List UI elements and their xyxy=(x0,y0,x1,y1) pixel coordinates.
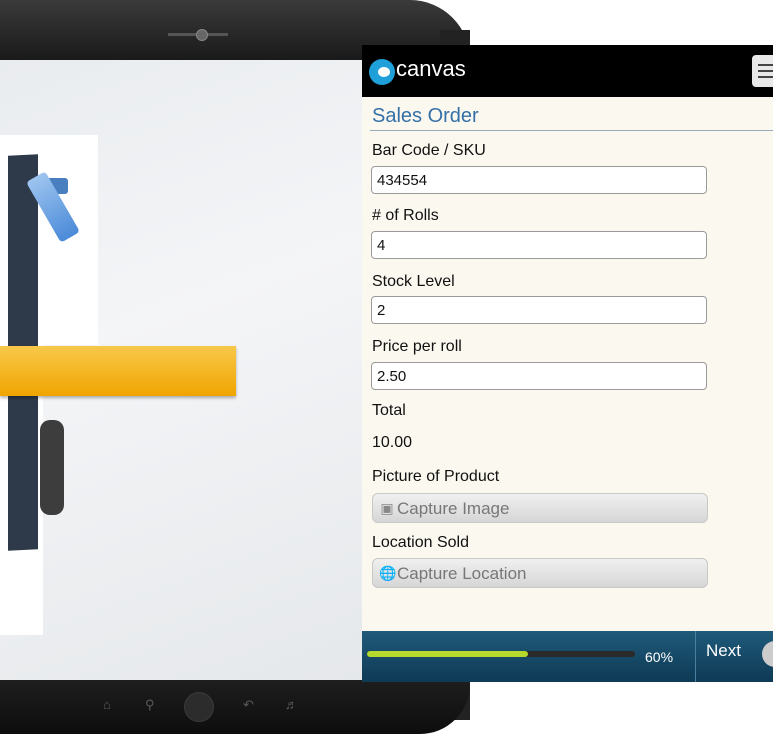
device-illustration xyxy=(40,420,64,515)
rolls-field[interactable] xyxy=(371,231,707,259)
title-divider xyxy=(370,130,773,131)
location-label: Location Sold xyxy=(372,534,469,551)
tablet-bezel-bottom xyxy=(0,680,470,734)
progress-fill xyxy=(367,651,528,657)
capture-location-button[interactable]: 🌐 Capture Location xyxy=(372,558,708,588)
capture-location-label: Capture Location xyxy=(397,564,527,583)
next-button[interactable]: Next xyxy=(706,641,741,661)
capture-image-label: Capture Image xyxy=(397,499,510,518)
barcode-field[interactable] xyxy=(371,166,707,194)
price-label: Price per roll xyxy=(372,338,462,355)
app-logo-text: canvas xyxy=(396,56,466,81)
menu-icon[interactable] xyxy=(752,55,773,87)
total-label: Total xyxy=(372,402,406,419)
footer-divider xyxy=(695,631,696,682)
barcode-label: Bar Code / SKU xyxy=(372,142,486,159)
next-arrow-icon[interactable] xyxy=(762,641,773,667)
back-icon[interactable]: ↶ xyxy=(243,697,254,713)
camera-icon: ▣ xyxy=(380,500,394,516)
stock-level-field[interactable] xyxy=(371,296,707,324)
stock-level-label: Stock Level xyxy=(372,273,455,290)
progress-bar xyxy=(367,651,635,657)
total-value: 10.00 xyxy=(372,434,413,451)
price-field[interactable] xyxy=(371,362,707,390)
picture-label: Picture of Product xyxy=(372,468,500,485)
capture-image-button[interactable]: ▣ Capture Image xyxy=(372,493,708,523)
rolls-label: # of Rolls xyxy=(372,207,439,224)
progress-percent: 60% xyxy=(645,649,674,665)
app-header: canvas xyxy=(362,45,773,97)
camera-icon xyxy=(196,29,208,41)
volume-icon[interactable]: ♬ xyxy=(285,697,298,712)
home-icon[interactable]: ⌂ xyxy=(103,697,111,712)
app-footer: 60% Next xyxy=(362,631,773,682)
arrow-banner xyxy=(0,346,236,396)
search-icon[interactable]: ⚲ xyxy=(145,697,155,713)
mobile-app-screen: canvas Sales Order Bar Code / SKU # of R… xyxy=(362,45,773,682)
tablet-home-button[interactable] xyxy=(184,692,214,722)
page-title: Sales Order xyxy=(372,105,479,127)
globe-icon: 🌐 xyxy=(379,565,397,581)
canvas-logo-icon xyxy=(369,59,395,85)
